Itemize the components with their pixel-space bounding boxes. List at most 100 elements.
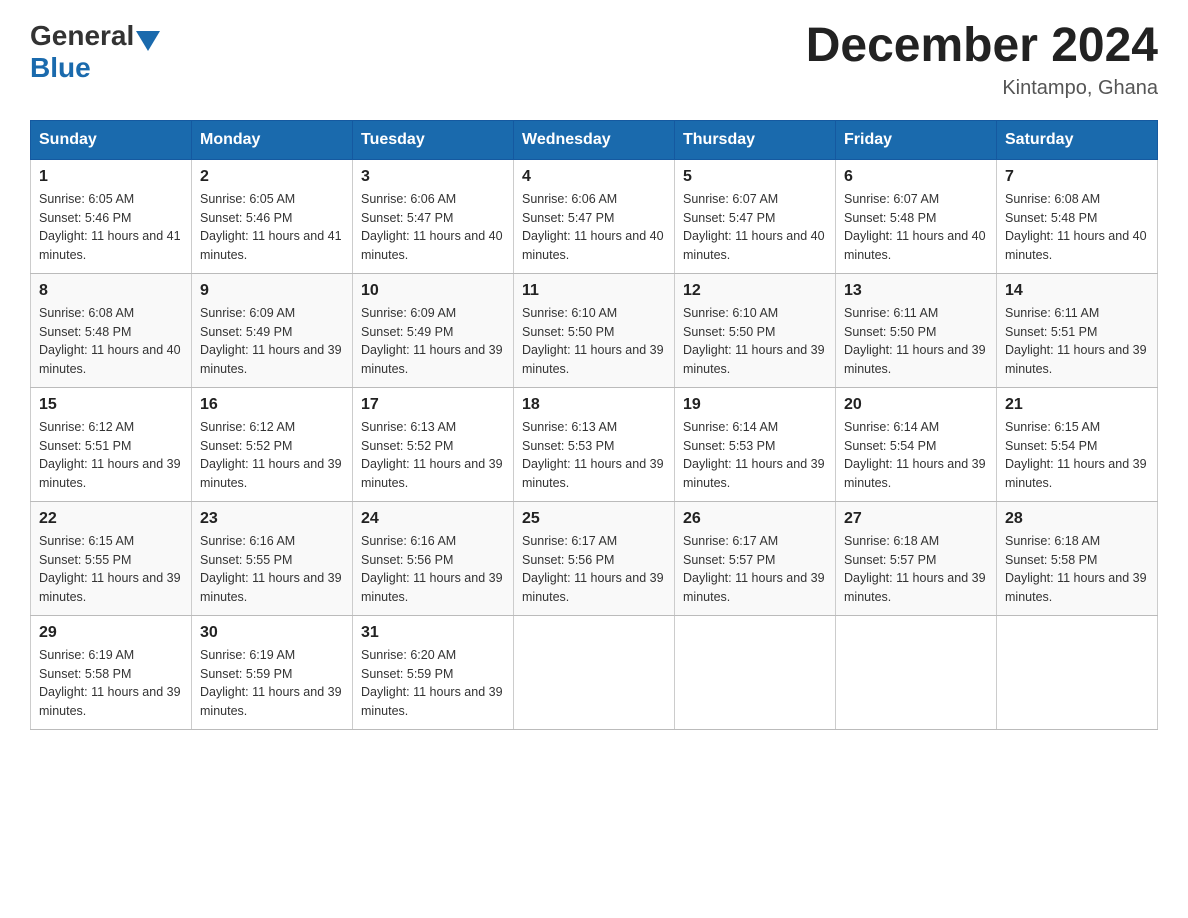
calendar-cell: 16 Sunrise: 6:12 AMSunset: 5:52 PMDayligh…	[192, 387, 353, 501]
calendar-cell: 27Sunrise: 6:18 AMSunset: 5:57 PMDayligh…	[836, 501, 997, 615]
calendar-cell	[675, 615, 836, 729]
day-number: 21	[1005, 396, 1149, 414]
calendar-cell: 15 Sunrise: 6:12 AMSunset: 5:51 PMDayligh…	[31, 387, 192, 501]
day-number: 17	[361, 396, 505, 414]
day-number: 4	[522, 168, 666, 186]
calendar-cell: 18 Sunrise: 6:13 AMSunset: 5:53 PMDayligh…	[514, 387, 675, 501]
day-number: 2	[200, 168, 344, 186]
day-number: 3	[361, 168, 505, 186]
day-info: Sunrise: 6:07 AMSunset: 5:48 PMDaylight:…	[844, 190, 988, 265]
calendar-cell: 3 Sunrise: 6:06 AMSunset: 5:47 PMDaylight…	[353, 159, 514, 273]
day-number: 26	[683, 510, 827, 528]
week-row-1: 1 Sunrise: 6:05 AMSunset: 5:46 PMDaylight…	[31, 159, 1158, 273]
day-info: Sunrise: 6:19 AMSunset: 5:58 PMDaylight:…	[39, 646, 183, 721]
calendar-cell: 28Sunrise: 6:18 AMSunset: 5:58 PMDayligh…	[997, 501, 1158, 615]
day-number: 22	[39, 510, 183, 528]
day-number: 7	[1005, 168, 1149, 186]
calendar-cell: 4 Sunrise: 6:06 AMSunset: 5:47 PMDaylight…	[514, 159, 675, 273]
day-number: 18	[522, 396, 666, 414]
calendar-cell: 5 Sunrise: 6:07 AMSunset: 5:47 PMDaylight…	[675, 159, 836, 273]
calendar-cell: 12 Sunrise: 6:10 AMSunset: 5:50 PMDayligh…	[675, 273, 836, 387]
calendar-cell: 23 Sunrise: 6:16 AMSunset: 5:55 PMDayligh…	[192, 501, 353, 615]
title-section: December 2024 Kintampo, Ghana	[806, 20, 1158, 100]
calendar-cell: 29 Sunrise: 6:19 AMSunset: 5:58 PMDayligh…	[31, 615, 192, 729]
day-info: Sunrise: 6:07 AMSunset: 5:47 PMDaylight:…	[683, 190, 827, 265]
day-info: Sunrise: 6:15 AMSunset: 5:54 PMDaylight:…	[1005, 418, 1149, 493]
day-info: Sunrise: 6:06 AMSunset: 5:47 PMDaylight:…	[522, 190, 666, 265]
day-info: Sunrise: 6:09 AMSunset: 5:49 PMDaylight:…	[361, 304, 505, 379]
calendar-cell	[836, 615, 997, 729]
week-row-3: 15 Sunrise: 6:12 AMSunset: 5:51 PMDayligh…	[31, 387, 1158, 501]
day-number: 11	[522, 282, 666, 300]
day-number: 6	[844, 168, 988, 186]
logo-blue-text: Blue	[30, 52, 91, 84]
calendar-cell: 30 Sunrise: 6:19 AMSunset: 5:59 PMDayligh…	[192, 615, 353, 729]
day-number: 31	[361, 624, 505, 642]
calendar-cell: 17Sunrise: 6:13 AMSunset: 5:52 PMDayligh…	[353, 387, 514, 501]
week-row-2: 8 Sunrise: 6:08 AMSunset: 5:48 PMDaylight…	[31, 273, 1158, 387]
day-number: 23	[200, 510, 344, 528]
header-thursday: Thursday	[675, 120, 836, 159]
header-wednesday: Wednesday	[514, 120, 675, 159]
day-number: 30	[200, 624, 344, 642]
day-info: Sunrise: 6:06 AMSunset: 5:47 PMDaylight:…	[361, 190, 505, 265]
day-number: 15	[39, 396, 183, 414]
week-row-5: 29 Sunrise: 6:19 AMSunset: 5:58 PMDayligh…	[31, 615, 1158, 729]
day-info: Sunrise: 6:12 AMSunset: 5:51 PMDaylight:…	[39, 418, 183, 493]
calendar-cell: 21 Sunrise: 6:15 AMSunset: 5:54 PMDayligh…	[997, 387, 1158, 501]
day-info: Sunrise: 6:08 AMSunset: 5:48 PMDaylight:…	[39, 304, 183, 379]
calendar-cell: 6 Sunrise: 6:07 AMSunset: 5:48 PMDaylight…	[836, 159, 997, 273]
day-info: Sunrise: 6:14 AMSunset: 5:54 PMDaylight:…	[844, 418, 988, 493]
calendar-cell: 8 Sunrise: 6:08 AMSunset: 5:48 PMDaylight…	[31, 273, 192, 387]
day-info: Sunrise: 6:20 AMSunset: 5:59 PMDaylight:…	[361, 646, 505, 721]
day-info: Sunrise: 6:13 AMSunset: 5:53 PMDaylight:…	[522, 418, 666, 493]
calendar-cell: 2 Sunrise: 6:05 AMSunset: 5:46 PMDaylight…	[192, 159, 353, 273]
day-info: Sunrise: 6:14 AMSunset: 5:53 PMDaylight:…	[683, 418, 827, 493]
month-title: December 2024	[806, 20, 1158, 73]
day-number: 8	[39, 282, 183, 300]
day-info: Sunrise: 6:12 AMSunset: 5:52 PMDaylight:…	[200, 418, 344, 493]
calendar-body: 1 Sunrise: 6:05 AMSunset: 5:46 PMDaylight…	[31, 159, 1158, 729]
day-info: Sunrise: 6:10 AMSunset: 5:50 PMDaylight:…	[683, 304, 827, 379]
day-number: 20	[844, 396, 988, 414]
day-info: Sunrise: 6:11 AMSunset: 5:51 PMDaylight:…	[1005, 304, 1149, 379]
day-number: 24	[361, 510, 505, 528]
day-number: 14	[1005, 282, 1149, 300]
calendar-cell	[997, 615, 1158, 729]
header-saturday: Saturday	[997, 120, 1158, 159]
calendar-cell: 11Sunrise: 6:10 AMSunset: 5:50 PMDayligh…	[514, 273, 675, 387]
header-friday: Friday	[836, 120, 997, 159]
day-number: 25	[522, 510, 666, 528]
calendar-cell: 24Sunrise: 6:16 AMSunset: 5:56 PMDayligh…	[353, 501, 514, 615]
day-number: 13	[844, 282, 988, 300]
calendar-cell: 20 Sunrise: 6:14 AMSunset: 5:54 PMDayligh…	[836, 387, 997, 501]
day-number: 12	[683, 282, 827, 300]
header-row: SundayMondayTuesdayWednesdayThursdayFrid…	[31, 120, 1158, 159]
calendar-cell: 19 Sunrise: 6:14 AMSunset: 5:53 PMDayligh…	[675, 387, 836, 501]
calendar-cell: 31 Sunrise: 6:20 AMSunset: 5:59 PMDayligh…	[353, 615, 514, 729]
logo-arrow-icon	[136, 31, 160, 51]
page-header: General Blue December 2024 Kintampo, Gha…	[30, 20, 1158, 100]
logo-general-text: General	[30, 20, 134, 52]
calendar-cell	[514, 615, 675, 729]
day-number: 5	[683, 168, 827, 186]
week-row-4: 22Sunrise: 6:15 AMSunset: 5:55 PMDayligh…	[31, 501, 1158, 615]
day-number: 29	[39, 624, 183, 642]
calendar-table: SundayMondayTuesdayWednesdayThursdayFrid…	[30, 120, 1158, 730]
day-number: 16	[200, 396, 344, 414]
day-number: 1	[39, 168, 183, 186]
day-number: 19	[683, 396, 827, 414]
header-monday: Monday	[192, 120, 353, 159]
header-tuesday: Tuesday	[353, 120, 514, 159]
day-info: Sunrise: 6:08 AMSunset: 5:48 PMDaylight:…	[1005, 190, 1149, 265]
calendar-cell: 1 Sunrise: 6:05 AMSunset: 5:46 PMDaylight…	[31, 159, 192, 273]
day-info: Sunrise: 6:19 AMSunset: 5:59 PMDaylight:…	[200, 646, 344, 721]
day-info: Sunrise: 6:17 AMSunset: 5:57 PMDaylight:…	[683, 532, 827, 607]
calendar-cell: 9Sunrise: 6:09 AMSunset: 5:49 PMDaylight…	[192, 273, 353, 387]
day-number: 27	[844, 510, 988, 528]
calendar-cell: 10Sunrise: 6:09 AMSunset: 5:49 PMDayligh…	[353, 273, 514, 387]
day-info: Sunrise: 6:05 AMSunset: 5:46 PMDaylight:…	[39, 190, 183, 265]
calendar-cell: 14 Sunrise: 6:11 AMSunset: 5:51 PMDayligh…	[997, 273, 1158, 387]
day-info: Sunrise: 6:16 AMSunset: 5:55 PMDaylight:…	[200, 532, 344, 607]
day-info: Sunrise: 6:05 AMSunset: 5:46 PMDaylight:…	[200, 190, 344, 265]
